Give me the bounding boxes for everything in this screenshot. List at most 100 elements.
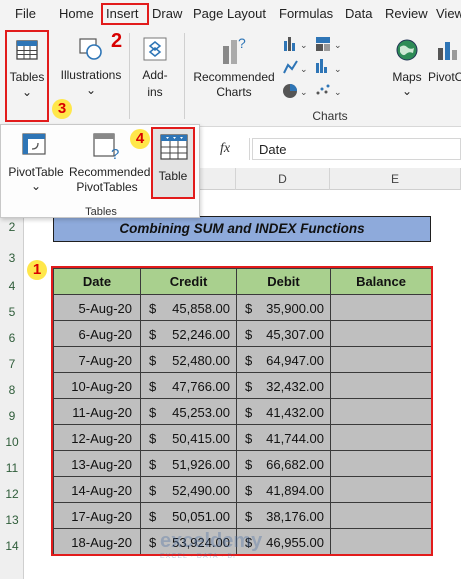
date-value: 11-Aug-20: [72, 405, 132, 420]
table-cell[interactable]: $45,858.00: [141, 295, 237, 321]
chart-type-icons[interactable]: ⌄ ⌄ ⌄ ⌄ ⌄ ⌄: [282, 35, 382, 101]
menu-review[interactable]: Review: [385, 6, 428, 21]
table-cell[interactable]: $52,480.00: [141, 347, 237, 373]
table-cell[interactable]: $46,955.00: [237, 529, 331, 555]
shapes-icon: [79, 38, 102, 60]
table-cell[interactable]: $47,766.00: [141, 373, 237, 399]
row-header[interactable]: 5: [0, 305, 24, 319]
balance-cell[interactable]: [331, 529, 432, 555]
currency-symbol: $: [245, 353, 253, 368]
table-cell[interactable]: 6-Aug-20: [54, 321, 141, 347]
table-cell[interactable]: 5-Aug-20: [54, 295, 141, 321]
menu-home[interactable]: Home: [59, 6, 94, 21]
balance-cell[interactable]: [331, 399, 432, 425]
recommended-charts-icon: ?: [223, 35, 246, 64]
table-cell[interactable]: $52,490.00: [141, 477, 237, 503]
table-header-cell[interactable]: Balance: [331, 269, 432, 295]
table-cell[interactable]: $35,900.00: [237, 295, 331, 321]
recommended-charts-label-1: Recommended: [193, 70, 275, 84]
table-cell[interactable]: $51,926.00: [141, 451, 237, 477]
table-cell[interactable]: $45,307.00: [237, 321, 331, 347]
row-header[interactable]: 3: [0, 251, 24, 265]
balance-cell[interactable]: [331, 373, 432, 399]
hierarchy-chart-icon: [316, 37, 330, 51]
table-cell[interactable]: 12-Aug-20: [54, 425, 141, 451]
menu-data[interactable]: Data: [345, 6, 372, 21]
row-header[interactable]: 7: [0, 357, 24, 371]
table-cell[interactable]: $45,253.00: [141, 399, 237, 425]
balance-cell[interactable]: [331, 295, 432, 321]
menu-view[interactable]: View: [436, 6, 461, 21]
table-cell[interactable]: $38,176.00: [237, 503, 331, 529]
tables-label: Tables: [9, 70, 45, 84]
globe-icon: [396, 39, 418, 61]
row-header[interactable]: 2: [0, 220, 24, 234]
table-cell[interactable]: $52,246.00: [141, 321, 237, 347]
table-cell[interactable]: $66,682.00: [237, 451, 331, 477]
step-badge-3: 3: [52, 99, 72, 119]
table-cell[interactable]: 7-Aug-20: [54, 347, 141, 373]
svg-text:⌄: ⌄: [334, 40, 342, 50]
balance-cell[interactable]: [331, 347, 432, 373]
table-cell[interactable]: $41,744.00: [237, 425, 331, 451]
addins-button[interactable]: Add- ins: [134, 30, 176, 102]
table-cell[interactable]: $64,947.00: [237, 347, 331, 373]
row-header[interactable]: 6: [0, 331, 24, 345]
table-cell[interactable]: 17-Aug-20: [54, 503, 141, 529]
menu-page-layout[interactable]: Page Layout: [193, 6, 266, 21]
maps-button[interactable]: Maps ⌄: [386, 30, 428, 102]
column-header-e[interactable]: E: [330, 168, 461, 190]
debit-value: 35,900.00: [266, 301, 324, 316]
table-cell[interactable]: 14-Aug-20: [54, 477, 141, 503]
row-header[interactable]: 4: [0, 279, 24, 293]
addins-label-2: ins: [147, 85, 163, 99]
balance-cell[interactable]: [331, 503, 432, 529]
tables-button[interactable]: Tables ⌄: [5, 30, 49, 122]
balance-cell[interactable]: [331, 477, 432, 503]
recommended-pivottables-label-1: Recommended: [69, 165, 151, 179]
row-header[interactable]: 8: [0, 383, 24, 397]
date-value: 6-Aug-20: [78, 327, 132, 342]
table-header-cell[interactable]: Date: [54, 269, 141, 295]
fx-button[interactable]: fx: [200, 138, 250, 160]
menu-draw[interactable]: Draw: [152, 6, 182, 21]
row-header[interactable]: 10: [0, 435, 24, 449]
date-value: 10-Aug-20: [71, 379, 132, 394]
balance-cell[interactable]: [331, 451, 432, 477]
menu-file[interactable]: File: [15, 6, 36, 21]
pivotchart-button[interactable]: PivotC: [428, 30, 461, 102]
table-cell[interactable]: 10-Aug-20: [54, 373, 141, 399]
table-button[interactable]: Table: [151, 127, 195, 199]
svg-text:⌄: ⌄: [300, 87, 308, 97]
table-header-cell[interactable]: Credit: [141, 269, 237, 295]
menu-insert[interactable]: Insert: [106, 6, 139, 21]
row-header[interactable]: 14: [0, 539, 24, 553]
recommended-charts-button[interactable]: ? Recommended Charts: [190, 30, 278, 102]
row-header[interactable]: 12: [0, 487, 24, 501]
row-header[interactable]: 13: [0, 513, 24, 527]
pivottable-button[interactable]: PivotTable ⌄: [5, 127, 67, 199]
table-header-cell[interactable]: Debit: [237, 269, 331, 295]
debit-value: 64,947.00: [266, 353, 324, 368]
currency-symbol: $: [245, 457, 253, 472]
balance-cell[interactable]: [331, 425, 432, 451]
formula-input[interactable]: Date: [252, 138, 461, 160]
table-cell[interactable]: 18-Aug-20: [54, 529, 141, 555]
tables-group-label: Tables: [85, 206, 117, 218]
table-cell[interactable]: 13-Aug-20: [54, 451, 141, 477]
table-cell[interactable]: $41,432.00: [237, 399, 331, 425]
row-header[interactable]: 9: [0, 409, 24, 423]
table-cell[interactable]: $41,894.00: [237, 477, 331, 503]
chevron-down-icon: ⌄: [85, 83, 97, 97]
table-cell[interactable]: $50,415.00: [141, 425, 237, 451]
menu-formulas[interactable]: Formulas: [279, 6, 333, 21]
table-cell[interactable]: $50,051.00: [141, 503, 237, 529]
row-header[interactable]: 11: [0, 461, 24, 475]
illustrations-button[interactable]: Illustrations ⌄: [58, 30, 124, 102]
currency-symbol: $: [245, 483, 253, 498]
column-header-d[interactable]: D: [236, 168, 330, 190]
balance-cell[interactable]: [331, 321, 432, 347]
table-cell[interactable]: 11-Aug-20: [54, 399, 141, 425]
table-cell[interactable]: $32,432.00: [237, 373, 331, 399]
table-cell[interactable]: $53,924.00: [141, 529, 237, 555]
